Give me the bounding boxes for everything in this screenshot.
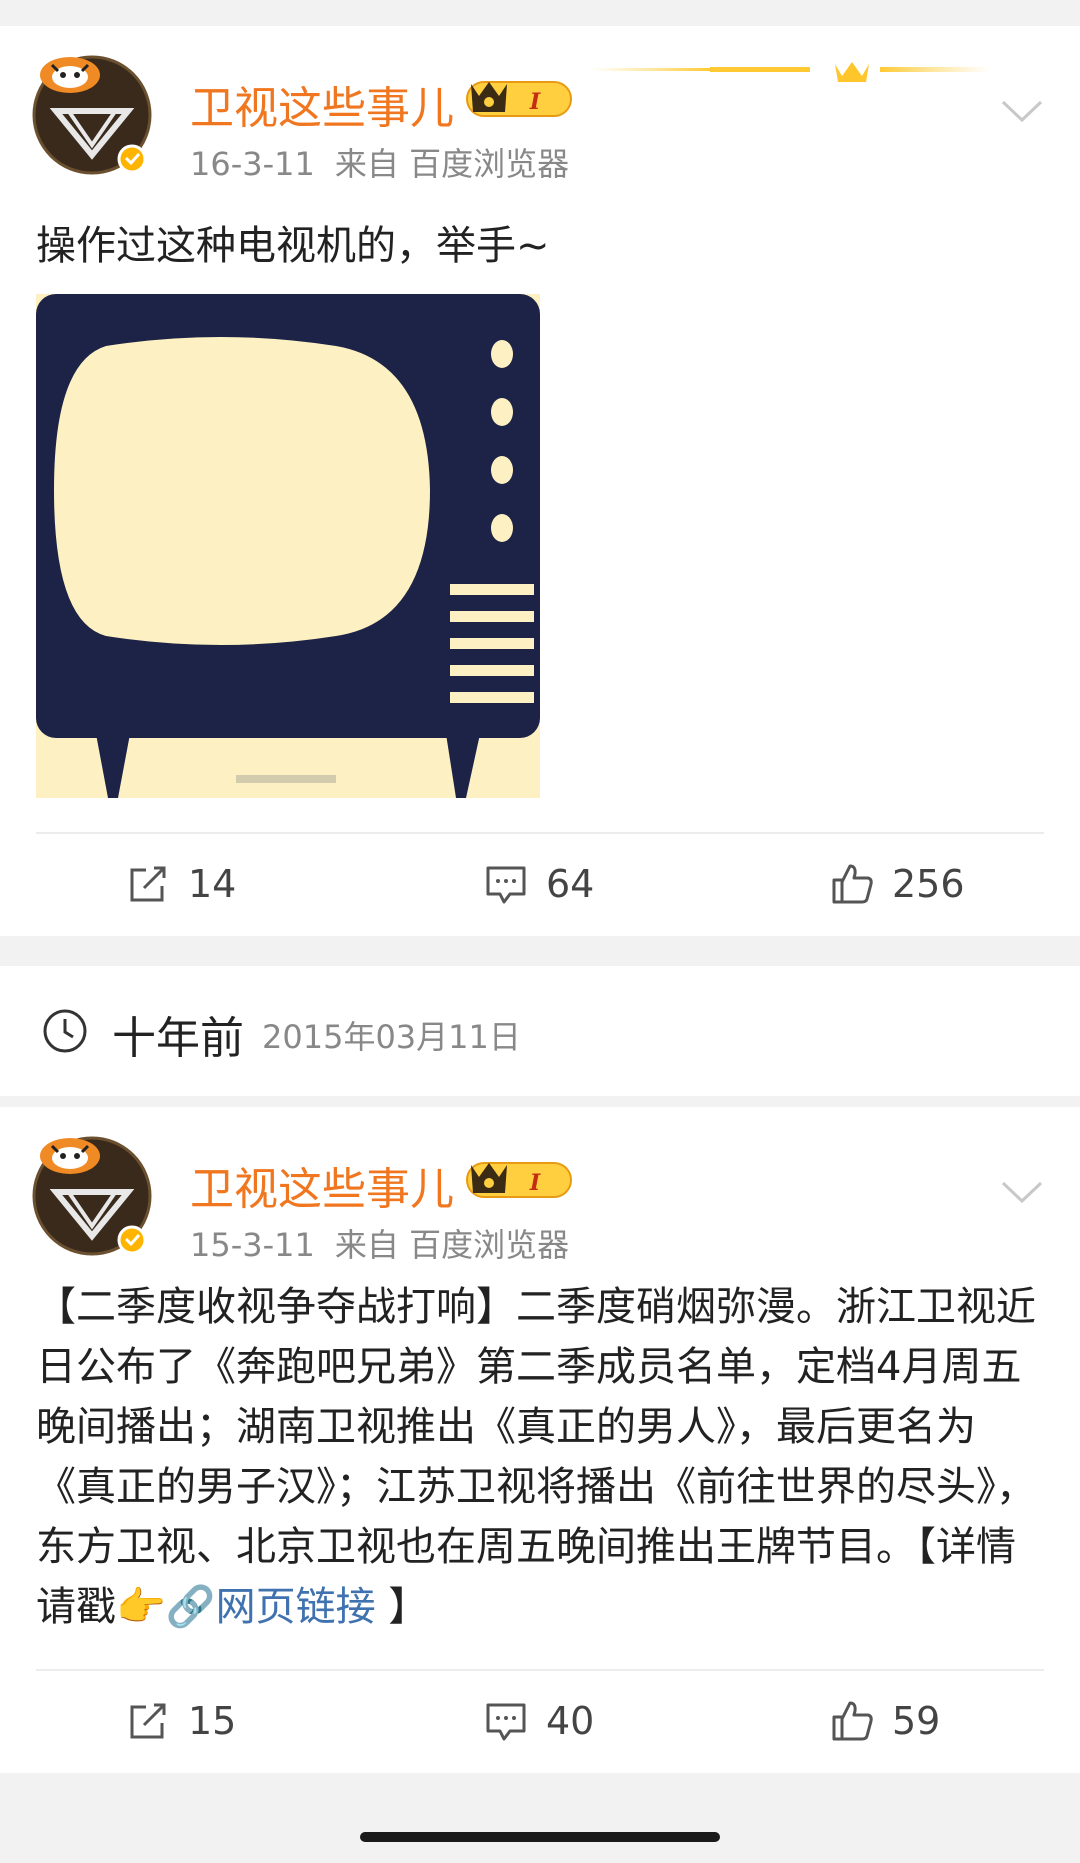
post-meta: 16-3-11 来自 百度浏览器 [190,139,569,185]
post-body-end: 】 [375,1584,429,1630]
relative-date: 十年前 [112,1013,244,1064]
post-meta: 15-3-11 来自 百度浏览器 [190,1220,569,1266]
avatar[interactable] [30,51,154,175]
comment-icon [486,1703,526,1741]
like-count: 59 [892,1699,941,1743]
post-image-tv[interactable] [36,294,540,798]
post-text: 操作过这种电视机的，举手~ [36,223,550,269]
repost-count: 15 [188,1699,237,1743]
post-time: 15-3-11 [190,1226,315,1264]
vip-badge: I [466,1162,572,1198]
username[interactable]: 卫视这些事儿 [190,72,454,136]
repost-button[interactable]: 15 [126,1681,236,1761]
divider [36,832,1044,834]
like-count: 256 [892,862,965,906]
chevron-down-icon[interactable] [1000,98,1044,124]
repost-count: 14 [188,862,237,906]
memory-date-header: 十年前 2015年03月11日 [0,966,1080,1096]
comment-count: 40 [546,1699,595,1743]
action-bar: 14 64 256 [0,844,1080,924]
post-body: 【二季度收视争夺战打响】二季度硝烟弥漫。浙江卫视近日公布了《奔跑吧兄弟》第二季成… [36,1284,1036,1630]
like-button[interactable]: 59 [830,1681,940,1761]
post-card-1: 卫视这些事儿 I 16-3-11 来自 百度浏览器 操作过这种电视机的，举手~ [0,26,1080,936]
comment-button[interactable]: 64 [484,844,594,924]
username[interactable]: 卫视这些事儿 [190,1153,454,1217]
avatar[interactable] [30,1132,154,1256]
vip-level: I [529,1170,541,1196]
chevron-down-icon[interactable] [1000,1179,1044,1205]
post-source: 来自 百度浏览器 [334,1226,570,1264]
divider [36,1669,1044,1671]
crown-decoration [590,62,990,82]
web-link[interactable]: 🔗网页链接 [166,1584,376,1630]
home-indicator[interactable] [360,1832,720,1842]
like-button[interactable]: 256 [830,844,965,924]
post-time: 16-3-11 [190,145,315,183]
vip-level: I [529,89,541,115]
absolute-date: 2015年03月11日 [262,1018,521,1056]
thumbs-up-icon [832,864,873,904]
repost-icon [130,1703,166,1739]
clock-icon [43,1009,87,1053]
post-text: 【二季度收视争夺战打响】二季度硝烟弥漫。浙江卫视近日公布了《奔跑吧兄弟》第二季成… [36,1277,1046,1637]
thumbs-up-icon [832,1701,873,1741]
comment-button[interactable]: 40 [484,1681,594,1761]
comment-icon [486,866,526,904]
post-source: 来自 百度浏览器 [334,145,570,183]
repost-icon [130,866,166,902]
vip-badge: I [466,81,572,117]
web-link-label: 网页链接 [215,1584,376,1630]
repost-button[interactable]: 14 [126,844,236,924]
comment-count: 64 [546,862,595,906]
action-bar: 15 40 59 [0,1681,1080,1761]
post-card-2: 卫视这些事儿 I 15-3-11 来自 百度浏览器 【二季度收视争夺战打响】二季度… [0,1107,1080,1773]
